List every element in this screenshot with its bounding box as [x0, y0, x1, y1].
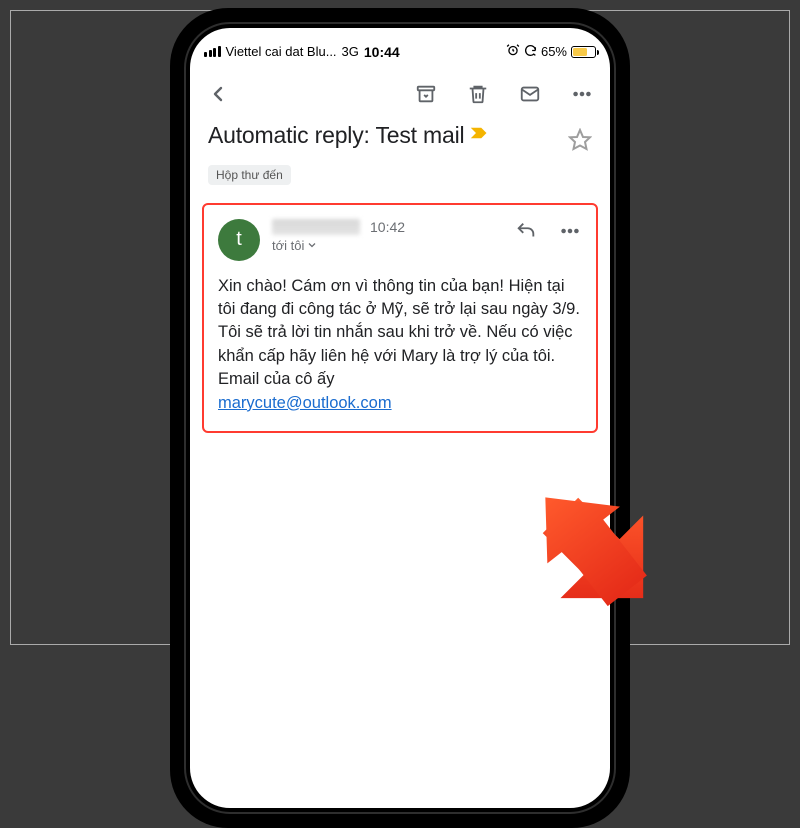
- alarm-icon: [506, 43, 520, 60]
- phone-device: Viettel cai dat Blu... 3G 10:44 65%: [170, 8, 630, 828]
- network-text: 3G: [342, 44, 359, 59]
- status-time: 10:44: [364, 44, 400, 60]
- battery-icon: [571, 46, 596, 58]
- message-area: t 10:42 tới tôi: [190, 185, 610, 434]
- archive-button[interactable]: [414, 82, 438, 106]
- sync-icon: [524, 44, 537, 60]
- phone-bezel: Viettel cai dat Blu... 3G 10:44 65%: [184, 22, 616, 814]
- important-marker-icon[interactable]: [470, 126, 488, 145]
- chevron-down-icon: [306, 239, 318, 251]
- mark-unread-button[interactable]: [518, 82, 542, 106]
- status-left: Viettel cai dat Blu... 3G 10:44: [204, 44, 400, 60]
- carrier-text: Viettel cai dat Blu...: [226, 44, 337, 59]
- message-card-highlighted: t 10:42 tới tôi: [202, 203, 598, 434]
- back-button[interactable]: [206, 82, 230, 106]
- message-more-button[interactable]: [558, 219, 582, 243]
- email-toolbar: [190, 66, 610, 122]
- recipient-text: tới tôi: [272, 238, 304, 253]
- more-button[interactable]: [570, 82, 594, 106]
- inbox-label-chip[interactable]: Hộp thư đến: [208, 165, 291, 185]
- email-link[interactable]: marycute@outlook.com: [218, 394, 392, 412]
- phone-screen: Viettel cai dat Blu... 3G 10:44 65%: [190, 28, 610, 808]
- status-right: 65%: [506, 43, 596, 60]
- email-subject: Automatic reply: Test mail: [208, 122, 464, 149]
- body-text: Xin chào! Cám ơn vì thông tin của bạn! H…: [218, 277, 580, 389]
- sender-avatar[interactable]: t: [218, 219, 260, 261]
- battery-fill: [573, 48, 587, 56]
- subject-row: Automatic reply: Test mail: [190, 122, 610, 161]
- sender-name-obscured: [272, 219, 360, 235]
- image-frame: Viettel cai dat Blu... 3G 10:44 65%: [10, 10, 790, 645]
- message-time: 10:42: [370, 219, 405, 235]
- delete-button[interactable]: [466, 82, 490, 106]
- signal-icon: [204, 46, 221, 57]
- message-header: t 10:42 tới tôi: [218, 219, 582, 261]
- battery-percent: 65%: [541, 44, 567, 59]
- status-bar: Viettel cai dat Blu... 3G 10:44 65%: [190, 38, 610, 66]
- reply-button[interactable]: [514, 219, 538, 243]
- recipient-dropdown[interactable]: tới tôi: [272, 238, 506, 253]
- star-button[interactable]: [568, 128, 592, 157]
- message-body: Xin chào! Cám ơn vì thông tin của bạn! H…: [218, 275, 582, 416]
